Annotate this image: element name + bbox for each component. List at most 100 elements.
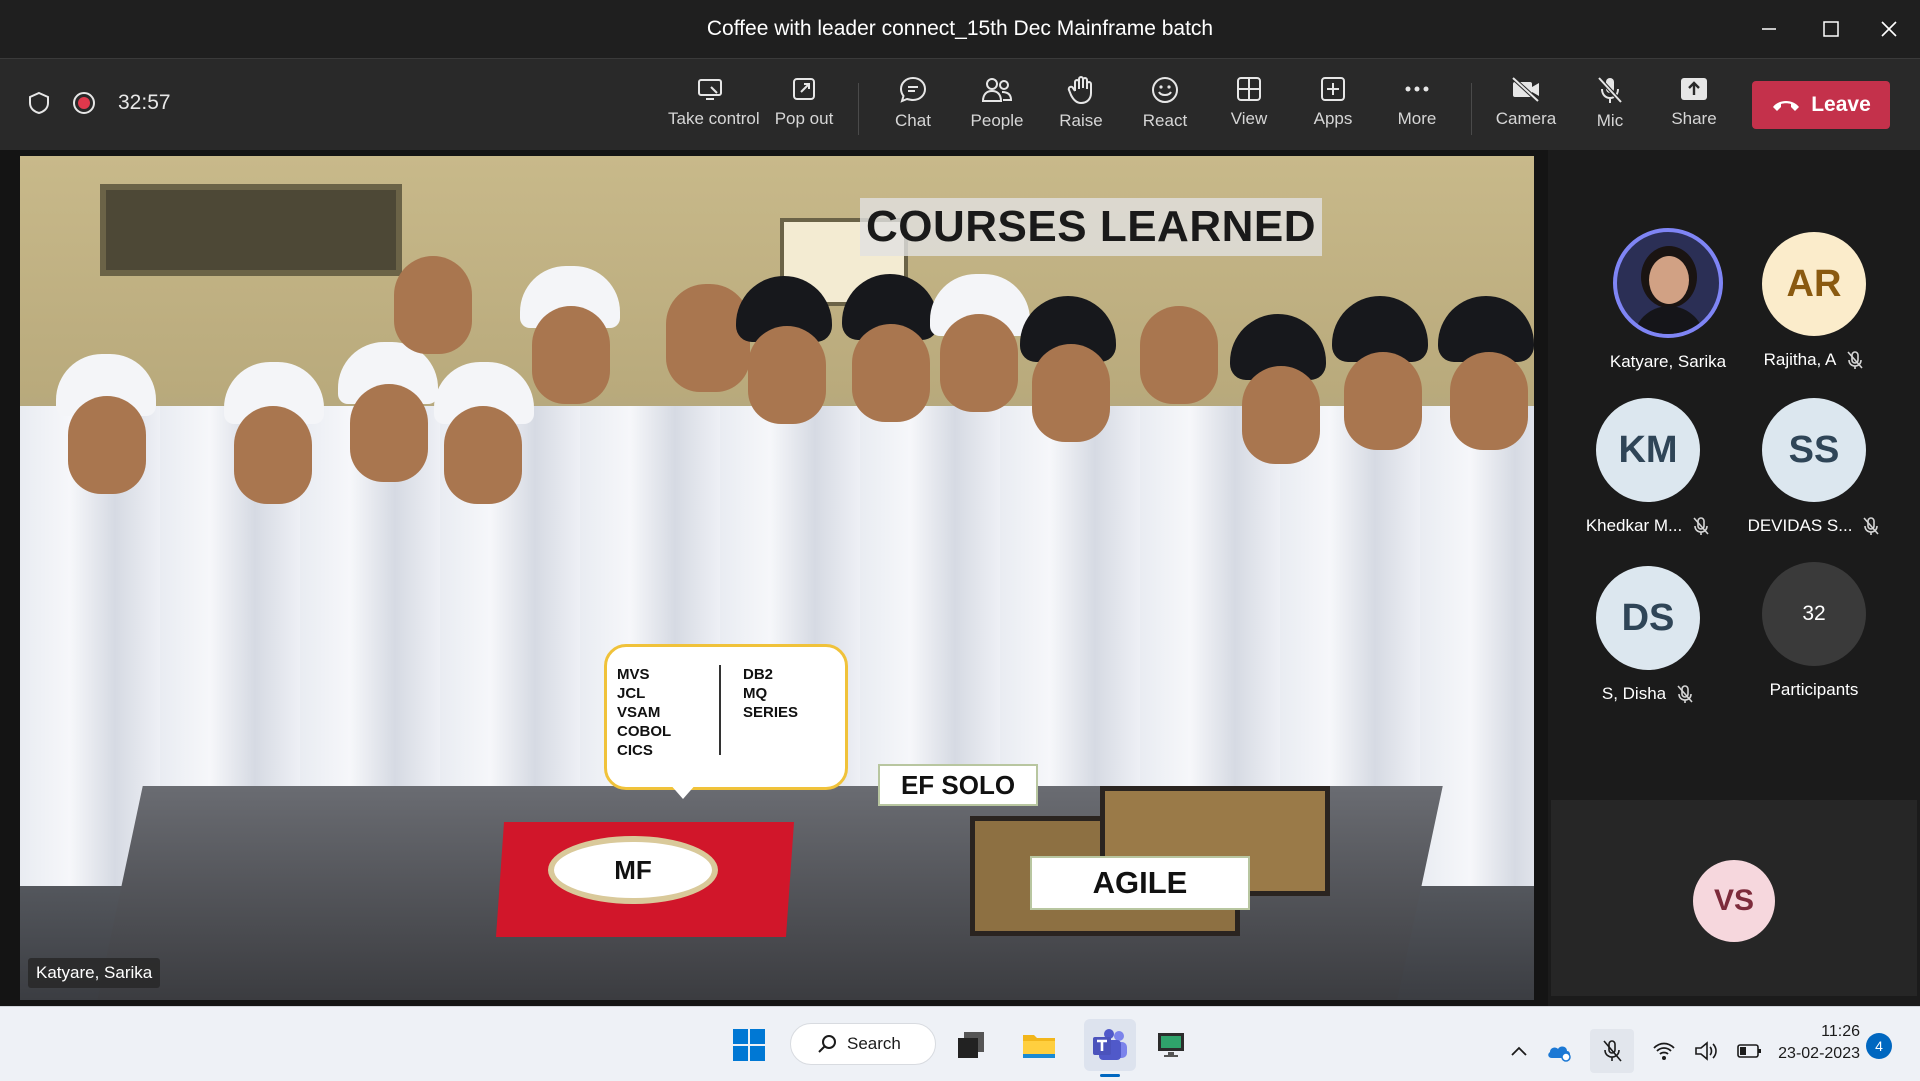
course-item: MQ bbox=[743, 685, 768, 702]
participants-panel: Katyare, Sarika AR Rajitha, A KM Khedkar… bbox=[1548, 150, 1920, 1006]
remote-desktop-button[interactable] bbox=[1148, 1022, 1194, 1068]
search-icon bbox=[818, 1035, 836, 1053]
avatar bbox=[1613, 228, 1723, 338]
mic-off-icon bbox=[1847, 351, 1863, 369]
onedrive-icon[interactable] bbox=[1546, 1040, 1572, 1062]
close-button[interactable] bbox=[1864, 10, 1914, 48]
maximize-icon bbox=[1823, 21, 1839, 37]
more-label: More bbox=[1397, 109, 1437, 128]
minimize-button[interactable] bbox=[1744, 10, 1794, 48]
meeting-timer: 32:57 bbox=[118, 91, 171, 114]
shared-video: MF COURSES LEARNED MVS JCL VSAM COBOL CI… bbox=[20, 156, 1534, 1000]
maximize-button[interactable] bbox=[1806, 10, 1856, 48]
avatar: SS bbox=[1762, 398, 1866, 502]
participant-name: S, Disha bbox=[1601, 684, 1667, 703]
people-icon bbox=[981, 78, 1013, 102]
react-icon bbox=[1152, 77, 1178, 103]
background-window bbox=[100, 184, 402, 276]
camera-label: Camera bbox=[1495, 109, 1557, 128]
participant-tile[interactable]: SS DEVIDAS S... bbox=[1734, 398, 1894, 536]
taskbar-clock[interactable]: 11:26 23-02-2023 bbox=[1756, 1021, 1860, 1065]
people-button[interactable]: People bbox=[955, 75, 1039, 145]
mic-button[interactable]: Mic bbox=[1568, 75, 1652, 145]
taskbar-search[interactable]: Search bbox=[790, 1023, 936, 1065]
mic-off-icon bbox=[1603, 1040, 1622, 1062]
avatar: DS bbox=[1596, 566, 1700, 670]
chat-icon bbox=[899, 76, 927, 103]
share-button[interactable]: Share bbox=[1652, 75, 1736, 145]
leave-button[interactable]: Leave bbox=[1752, 81, 1890, 129]
pop-out-label: Pop out bbox=[774, 109, 834, 128]
share-label: Share bbox=[1671, 109, 1717, 128]
course-item: CICS bbox=[617, 742, 653, 759]
view-icon bbox=[1237, 77, 1261, 101]
participant-tile[interactable]: AR Rajitha, A bbox=[1734, 232, 1894, 370]
start-button[interactable] bbox=[726, 1022, 772, 1068]
raise-label: Raise bbox=[1059, 111, 1103, 130]
participant-name: Rajitha, A bbox=[1763, 350, 1837, 369]
take-control-icon bbox=[698, 79, 722, 100]
task-view-button[interactable] bbox=[948, 1022, 994, 1068]
folder-icon bbox=[1023, 1035, 1055, 1058]
clock-time: 11:26 bbox=[1821, 1023, 1860, 1040]
raise-hand-icon bbox=[1067, 76, 1092, 105]
recording-icon bbox=[73, 92, 95, 114]
toolbar-divider bbox=[858, 83, 859, 135]
courses-list-left: MVS JCL VSAM COBOL CICS bbox=[617, 665, 671, 760]
take-control-button[interactable]: Take control bbox=[668, 75, 760, 145]
react-label: React bbox=[1142, 111, 1188, 130]
courses-list-right: DB2 MQ SERIES bbox=[743, 665, 798, 722]
camera-button[interactable]: Camera bbox=[1484, 75, 1568, 145]
windows-taskbar: Search 11:26 23-02-2023 4 bbox=[0, 1006, 1920, 1081]
agile-label: AGILE bbox=[1030, 856, 1250, 910]
notification-badge[interactable]: 4 bbox=[1866, 1033, 1892, 1059]
course-item: MVS bbox=[617, 666, 650, 683]
participants-count: 32 bbox=[1762, 562, 1866, 666]
minimize-icon bbox=[1762, 28, 1776, 30]
self-view-tile: VS bbox=[1551, 800, 1917, 996]
wifi-icon[interactable] bbox=[1652, 1041, 1676, 1061]
course-item: JCL bbox=[617, 685, 646, 702]
view-button[interactable]: View bbox=[1207, 75, 1291, 145]
avatar: KM bbox=[1596, 398, 1700, 502]
mic-off-icon bbox=[1693, 517, 1709, 535]
ef-solo-label: EF SOLO bbox=[878, 764, 1038, 806]
course-item: DB2 bbox=[743, 666, 774, 683]
participants-overflow-tile[interactable]: 32 Participants bbox=[1734, 562, 1894, 700]
pop-out-icon bbox=[793, 78, 815, 100]
volume-icon[interactable] bbox=[1694, 1040, 1718, 1062]
apps-icon bbox=[1321, 77, 1345, 101]
windows-logo-icon bbox=[733, 1029, 765, 1061]
chat-label: Chat bbox=[895, 111, 931, 130]
self-avatar: VS bbox=[1693, 860, 1775, 942]
course-item: COBOL bbox=[617, 723, 672, 740]
shield-icon bbox=[29, 91, 49, 115]
monitor-icon bbox=[1158, 1033, 1184, 1057]
chat-button[interactable]: Chat bbox=[871, 75, 955, 145]
teams-taskbar-button[interactable] bbox=[1084, 1019, 1136, 1077]
apps-button[interactable]: Apps bbox=[1291, 75, 1375, 145]
mic-muted-tray-button[interactable] bbox=[1590, 1029, 1634, 1073]
presenter-name-tag: Katyare, Sarika bbox=[28, 958, 161, 988]
raise-hand-button[interactable]: Raise bbox=[1039, 75, 1123, 145]
mic-label: Mic bbox=[1596, 111, 1624, 130]
participant-tile[interactable]: Katyare, Sarika bbox=[1588, 228, 1748, 372]
chevron-up-icon[interactable] bbox=[1510, 1042, 1528, 1060]
participant-tile[interactable]: KM Khedkar M... bbox=[1568, 398, 1728, 536]
mic-off-icon bbox=[1597, 76, 1623, 104]
search-label: Search bbox=[847, 1034, 901, 1053]
share-icon bbox=[1681, 78, 1707, 100]
mic-off-icon bbox=[1863, 517, 1880, 535]
system-tray bbox=[1510, 1029, 1762, 1073]
more-button[interactable]: More bbox=[1375, 75, 1459, 145]
leave-label: Leave bbox=[1811, 93, 1871, 116]
title-bar: Coffee with leader connect_15th Dec Main… bbox=[0, 0, 1920, 58]
more-icon bbox=[1405, 86, 1429, 92]
file-explorer-button[interactable] bbox=[1016, 1022, 1062, 1068]
participant-tile[interactable]: DS S, Disha bbox=[1568, 566, 1728, 704]
avatar: AR bbox=[1762, 232, 1866, 336]
pop-out-button[interactable]: Pop out bbox=[762, 75, 846, 145]
react-button[interactable]: React bbox=[1123, 75, 1207, 145]
meeting-stage: MF COURSES LEARNED MVS JCL VSAM COBOL CI… bbox=[0, 150, 1920, 1006]
participant-name: Khedkar M... bbox=[1585, 516, 1683, 535]
